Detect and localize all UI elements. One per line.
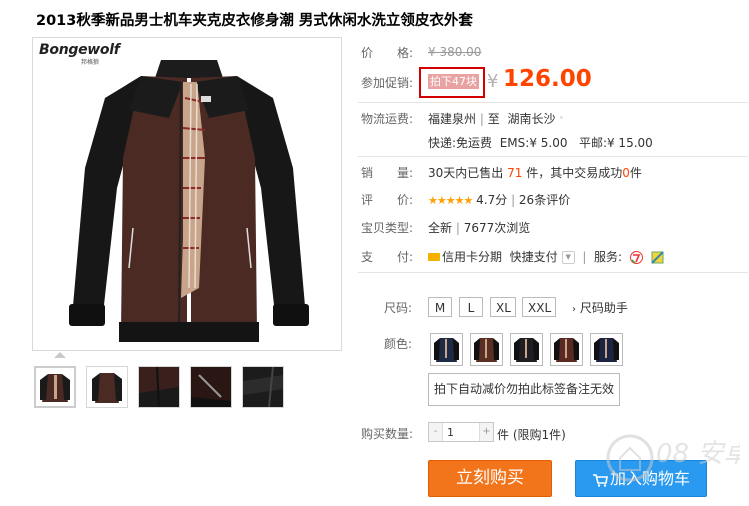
- quantity-stepper: - +: [428, 422, 494, 442]
- thumbnail-1[interactable]: [34, 366, 76, 408]
- mail-label: 平邮:: [578, 136, 607, 150]
- jacket-illustration: [69, 60, 309, 342]
- sales-info: 30天内已售出 71 件，其中交易成功0件: [428, 164, 642, 181]
- color-option-5[interactable]: [590, 333, 623, 366]
- purchase-limit: 件 (限购1件): [497, 428, 566, 442]
- ship-to[interactable]: 湖南长沙: [508, 112, 556, 126]
- yen-symbol: ¥: [487, 71, 499, 92]
- ship-from: 福建泉州: [428, 112, 477, 126]
- size-helper-link[interactable]: › 尺码助手: [572, 299, 628, 316]
- credit-installment[interactable]: 信用卡分期: [442, 250, 502, 264]
- rating-label: 评 价:: [361, 193, 414, 207]
- thumbnail-4[interactable]: [190, 366, 232, 408]
- color-option-3[interactable]: [510, 333, 543, 366]
- express-value: 免运费: [456, 136, 493, 150]
- watermark-text: 08 安卓: [656, 439, 740, 469]
- rating-score: 4.7分: [476, 193, 508, 207]
- sales-middle: 件，其中交易成功: [526, 166, 623, 180]
- quantity-decrease-button[interactable]: -: [429, 423, 442, 441]
- size-option-xxl[interactable]: XXL: [522, 297, 556, 317]
- shipping-route: 福建泉州 | 至 湖南长沙 ˅: [428, 112, 564, 126]
- guarantee-icon[interactable]: [650, 251, 664, 264]
- chevron-down-icon[interactable]: ˅: [559, 116, 563, 125]
- quick-pay[interactable]: 快捷支付: [510, 250, 558, 264]
- rating-stars: ★★★★★: [428, 194, 473, 207]
- payment-info: 信用卡分期 快捷支付 ▼ | 服务:: [428, 248, 664, 265]
- color-option-2[interactable]: [470, 333, 503, 366]
- buy-now-button[interactable]: 立刻购买: [428, 460, 552, 497]
- promo-tag: 拍下47块: [428, 74, 479, 89]
- ems-label: EMS:: [499, 136, 530, 150]
- seven-day-return-icon[interactable]: [629, 251, 643, 264]
- thumbnail-5[interactable]: [242, 366, 284, 408]
- size-label: 尺码:: [384, 301, 413, 315]
- promo-label: 参加促销:: [361, 76, 414, 90]
- divider-middle: [358, 272, 748, 273]
- ship-separator: 至: [487, 112, 500, 126]
- thumbnail-strip: [34, 366, 284, 408]
- chevron-right-icon: ›: [572, 304, 576, 315]
- brand-logo: Bongewolf: [39, 42, 120, 58]
- shipping-label: 物流运费:: [361, 112, 414, 126]
- credit-card-icon: [428, 252, 440, 261]
- view-count: 7677次浏览: [463, 221, 531, 235]
- type-info: 全新 | 7677次浏览: [428, 221, 531, 235]
- size-option-l[interactable]: L: [459, 297, 483, 317]
- product-title: 2013秋季新品男士机车夹克皮衣修身潮 男式休闲水洗立领皮衣外套: [36, 13, 473, 29]
- thumbnail-2[interactable]: [86, 366, 128, 408]
- sales-prefix: 30天内已售出: [428, 166, 504, 180]
- type-label: 宝贝类型:: [361, 221, 414, 235]
- original-price: ¥ 380.00: [428, 45, 482, 59]
- mail-value: ¥ 15.00: [606, 136, 653, 150]
- size-option-m[interactable]: M: [428, 297, 452, 317]
- success-count: 0: [622, 166, 630, 180]
- color-label: 颜色:: [384, 337, 413, 351]
- price-label: 价 格:: [361, 46, 414, 60]
- size-helper-text: 尺码助手: [579, 301, 628, 315]
- reviews-link[interactable]: 26条评价: [519, 193, 570, 207]
- shipping-fees: 快递:免运费 EMS:¥ 5.00 平邮:¥ 15.00: [428, 134, 653, 151]
- size-option-xl[interactable]: XL: [490, 297, 516, 317]
- sales-count: 71: [507, 166, 523, 180]
- color-option-1[interactable]: [430, 333, 463, 366]
- rating-info: ★★★★★ 4.7分 | 26条评价: [428, 193, 571, 207]
- sales-label: 销 量:: [361, 166, 414, 180]
- express-label: 快递:: [428, 136, 457, 150]
- thumbnail-pointer: [54, 352, 66, 358]
- payment-label: 支 付:: [361, 250, 414, 264]
- quantity-input[interactable]: [442, 423, 480, 441]
- chevron-down-icon[interactable]: ▼: [561, 251, 575, 264]
- quantity-label: 购买数量:: [361, 427, 414, 441]
- divider-shipping: [358, 156, 748, 157]
- quantity-increase-button[interactable]: +: [480, 423, 493, 441]
- ems-value: ¥ 5.00: [529, 136, 568, 150]
- condition: 全新: [428, 221, 453, 235]
- main-product-image[interactable]: Bongewolf 邦格狼: [32, 37, 342, 351]
- auto-discount-note-option[interactable]: 拍下自动减价勿拍此标签备注无效: [428, 373, 620, 406]
- divider-top: [358, 102, 748, 103]
- brand-logo-sub: 邦格狼: [81, 59, 100, 66]
- color-option-4[interactable]: [550, 333, 583, 366]
- site-watermark: 08 安卓: [606, 434, 740, 482]
- thumbnail-3[interactable]: [138, 366, 180, 408]
- promo-price: 126.00: [503, 66, 592, 92]
- sales-suffix: 件: [629, 166, 642, 180]
- service-label: 服务:: [594, 250, 623, 264]
